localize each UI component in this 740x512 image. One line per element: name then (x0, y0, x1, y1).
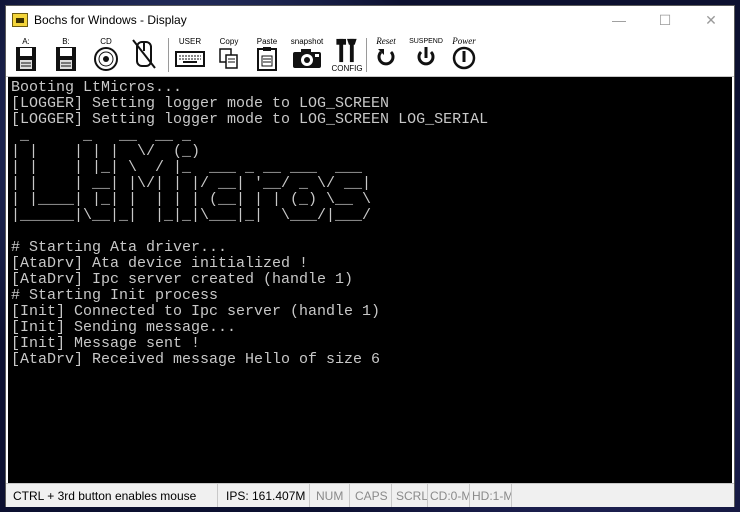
floppy-b-button[interactable]: B: (50, 37, 82, 73)
floppy-icon (16, 47, 36, 71)
suspend-button[interactable]: SUSPEND (408, 37, 444, 73)
console-line: [AtaDrv] Ipc server created (handle 1) (11, 271, 354, 288)
mouse-button[interactable] (128, 37, 160, 73)
camera-icon (293, 49, 321, 68)
floppy-b-label: B: (62, 37, 70, 46)
mouse-disabled-icon (132, 39, 156, 69)
minimize-button[interactable]: — (596, 6, 642, 34)
console-line: [LOGGER] Setting logger mode to LOG_SCRE… (11, 95, 390, 112)
user-button[interactable]: USER (172, 37, 208, 73)
floppy-a-label: A: (22, 37, 30, 46)
maximize-button[interactable]: ☐ (642, 6, 688, 34)
ascii-banner-line: | | | | | \/ (_) (11, 143, 201, 160)
floppy-icon (56, 47, 76, 71)
tools-icon (336, 38, 357, 63)
power-button[interactable]: Power (446, 37, 482, 73)
cdrom-status: CD:0-M (428, 484, 470, 507)
keyboard-icon (175, 51, 205, 67)
reset-icon (377, 49, 395, 66)
ascii-banner-line: _ _ __ __ _ (11, 127, 192, 144)
toolbar: A: B: CD USER Copy Paste snapshot CONFIG… (6, 34, 734, 77)
reset-label: Reset (376, 36, 396, 46)
user-label: USER (178, 37, 202, 46)
emulator-screen[interactable]: Booting LtMicros... [LOGGER] Setting logg… (8, 77, 732, 483)
cd-icon (94, 47, 118, 71)
ascii-banner-line: | |____| |_| | | | | (__| | | (_) \__ \ (11, 191, 372, 208)
console-line: [LOGGER] Setting logger mode to LOG_SCRE… (11, 111, 489, 128)
suspend-label: SUSPEND (409, 38, 443, 45)
toolbar-separator (168, 38, 169, 72)
status-bar: CTRL + 3rd button enables mouse IPS: 161… (6, 483, 734, 507)
ascii-banner-line: | | | __| |\/| | |/ __| '__/ _ \/ __| (11, 175, 372, 192)
config-button[interactable]: CONFIG (330, 37, 364, 73)
copy-label: Copy (219, 37, 239, 46)
copy-button[interactable]: Copy (214, 37, 244, 73)
copy-icon (219, 48, 238, 69)
ips-status: IPS: 161.407M (218, 484, 310, 507)
console-line: [Init] Sending message... (11, 319, 237, 336)
console-line: [Init] Message sent ! (11, 335, 201, 352)
console-line: # Starting Ata driver... (11, 239, 228, 256)
suspend-icon (417, 47, 435, 66)
console-line: [Init] Connected to Ipc server (handle 1… (11, 303, 381, 320)
reset-button[interactable]: Reset (368, 37, 404, 73)
scroll-lock-indicator: SCRL (392, 484, 428, 507)
config-label: CONFIG (331, 64, 363, 73)
bochs-app-icon (12, 13, 28, 27)
toolbar-separator (366, 38, 367, 72)
harddisk-status: HD:1-M (470, 484, 512, 507)
window-title: Bochs for Windows - Display (34, 13, 187, 27)
console-output: Booting LtMicros... [LOGGER] Setting logg… (11, 80, 488, 368)
cdrom-button[interactable]: CD (90, 37, 122, 73)
cdrom-label: CD (100, 37, 112, 46)
window-controls: — ☐ ✕ (596, 6, 734, 34)
snapshot-button[interactable]: snapshot (288, 37, 326, 73)
paste-button[interactable]: Paste (252, 37, 282, 73)
mouse-hint-status: CTRL + 3rd button enables mouse (6, 484, 218, 507)
title-bar[interactable]: Bochs for Windows - Display — ☐ ✕ (6, 6, 734, 34)
ascii-banner-line: | | | |_| \ / |_ ___ _ __ ___ ___ (11, 159, 363, 176)
power-icon (452, 46, 476, 70)
bochs-window: Bochs for Windows - Display — ☐ ✕ A: B: (5, 5, 735, 507)
console-line: # Starting Init process (11, 287, 219, 304)
floppy-a-button[interactable]: A: (10, 37, 42, 73)
console-line: [AtaDrv] Received message Hello of size … (11, 351, 381, 368)
close-button[interactable]: ✕ (688, 6, 734, 34)
power-label: Power (452, 36, 476, 46)
console-line: Booting LtMicros... (11, 79, 183, 96)
paste-label: Paste (256, 37, 278, 46)
caps-lock-indicator: CAPS (350, 484, 392, 507)
snapshot-label: snapshot (290, 37, 324, 46)
clipboard-icon (257, 47, 277, 71)
num-lock-indicator: NUM (310, 484, 350, 507)
ascii-banner-line: |______|\__|_| |_|_|\___|_| \___/|___/ (11, 207, 372, 224)
console-line: [AtaDrv] Ata device initialized ! (11, 255, 309, 272)
